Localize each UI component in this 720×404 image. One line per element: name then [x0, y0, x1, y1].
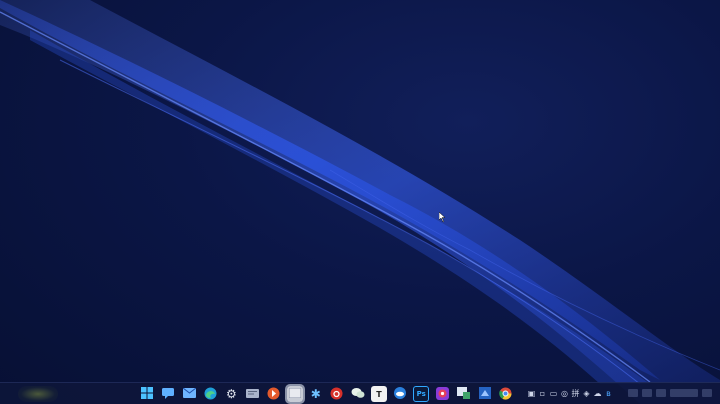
widgets-button[interactable] [18, 386, 58, 402]
typora-icon: T [376, 389, 382, 399]
clock-area[interactable] [670, 389, 698, 397]
music-app-icon [267, 387, 280, 402]
blank-window-icon [288, 387, 302, 400]
mail-icon [182, 387, 196, 400]
battery-icon [656, 389, 666, 397]
blue-square-app-icon [478, 387, 491, 401]
edge-button[interactable] [202, 386, 218, 402]
photoshop-icon: Ps [416, 390, 426, 398]
desktop[interactable]: ⚙ ✱ T Ps ▣ ▫ ▭ ◎ 拼 ◈ ☁ ʙ [0, 0, 720, 404]
start-icon [141, 387, 153, 401]
taskbar: ⚙ ✱ T Ps ▣ ▫ ▭ ◎ 拼 ◈ ☁ ʙ [0, 382, 720, 404]
netease-music-button[interactable] [329, 386, 345, 402]
notification-icon[interactable] [702, 389, 712, 397]
volume-icon [642, 389, 652, 397]
system-tray: ▣ ▫ ▭ ◎ 拼 ◈ ☁ ʙ [527, 388, 613, 399]
start-button[interactable] [139, 386, 155, 402]
typora-button[interactable]: T [371, 386, 388, 402]
chat-icon [162, 387, 175, 401]
chrome-button[interactable] [498, 386, 514, 402]
tray-app-icon[interactable]: ▣ [527, 388, 536, 399]
quick-settings[interactable] [628, 389, 712, 397]
red-app-button[interactable] [434, 386, 450, 402]
tray-wechat-icon[interactable]: ◎ [560, 388, 569, 399]
mouse-cursor-icon [439, 212, 446, 222]
mail-button[interactable] [181, 386, 197, 402]
taskbar-apps: ⚙ ✱ T Ps [139, 384, 514, 404]
settings-button[interactable]: ⚙ [223, 386, 239, 402]
music-app-button[interactable] [266, 386, 282, 402]
tray-input-icon[interactable]: 拼 [571, 388, 580, 399]
tray-bluetooth-icon[interactable]: ʙ [604, 388, 613, 399]
settings-icon: ⚙ [225, 387, 237, 401]
tray-shield-icon[interactable]: ◈ [582, 388, 591, 399]
remote-desktop-icon [456, 387, 470, 401]
cloud-app-icon [393, 387, 407, 401]
desktop-wallpaper [0, 0, 720, 404]
tray-cloud-icon[interactable]: ☁ [593, 388, 602, 399]
remote-desktop-button[interactable] [455, 386, 471, 402]
blue-square-app-button[interactable] [477, 386, 493, 402]
bluetooth-app-icon: ✱ [310, 387, 321, 401]
tray-window-icon[interactable]: ▫ [538, 388, 547, 399]
cloud-app-button[interactable] [392, 386, 408, 402]
red-app-icon [435, 386, 449, 402]
chrome-icon [499, 387, 512, 402]
tray-keyboard-icon[interactable]: ▭ [549, 388, 558, 399]
file-manager-icon [245, 388, 259, 400]
wechat-button[interactable] [350, 386, 366, 402]
edge-icon [204, 387, 217, 402]
chat-button[interactable] [160, 386, 176, 402]
bluetooth-app-button[interactable]: ✱ [308, 386, 324, 402]
network-icon [628, 389, 638, 397]
blank-window-button[interactable] [284, 384, 305, 404]
wechat-icon [351, 387, 365, 401]
file-manager-button[interactable] [244, 386, 260, 402]
netease-music-icon [330, 387, 343, 402]
photoshop-button[interactable]: Ps [413, 386, 430, 402]
